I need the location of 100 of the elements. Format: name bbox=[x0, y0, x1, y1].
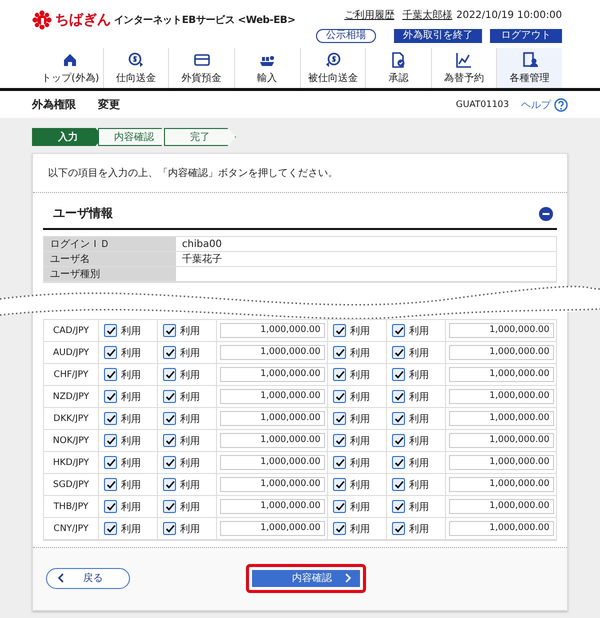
amount-field[interactable]: 1,000,000.00 bbox=[448, 389, 554, 404]
checkbox-label: 利用 bbox=[180, 390, 200, 404]
amount-field[interactable]: 1,000,000.00 bbox=[220, 367, 325, 382]
header-button[interactable]: ログアウト bbox=[490, 29, 562, 43]
checkbox[interactable] bbox=[163, 456, 176, 469]
checkbox[interactable] bbox=[392, 500, 406, 513]
checkbox-label: 利用 bbox=[409, 478, 430, 492]
checkbox[interactable] bbox=[163, 324, 176, 337]
checkbox[interactable] bbox=[392, 412, 406, 425]
checkbox[interactable] bbox=[392, 478, 406, 491]
amount-field[interactable]: 1,000,000.00 bbox=[448, 323, 554, 338]
nav-tab[interactable]: 被仕向送金 bbox=[300, 48, 366, 88]
header-link[interactable]: 千葉太郎様 bbox=[402, 8, 452, 22]
checkbox[interactable] bbox=[333, 390, 346, 403]
checkbox[interactable] bbox=[333, 368, 346, 381]
confirm-button[interactable]: 内容確認 bbox=[251, 568, 361, 588]
checkbox[interactable] bbox=[163, 478, 176, 491]
header-button[interactable]: 外為取引を終了 bbox=[394, 29, 482, 43]
amount-field[interactable]: 1,000,000.00 bbox=[448, 345, 554, 360]
amount-field[interactable]: 1,000,000.00 bbox=[448, 367, 554, 382]
amount-field[interactable]: 1,000,000.00 bbox=[220, 477, 325, 492]
user-card-icon bbox=[522, 52, 538, 68]
back-button[interactable]: 戻る bbox=[46, 568, 130, 588]
checkbox[interactable] bbox=[392, 324, 406, 337]
checkbox[interactable] bbox=[104, 456, 117, 469]
nav-tab[interactable]: トップ(外為) bbox=[38, 48, 103, 88]
checkbox[interactable] bbox=[163, 522, 176, 535]
amount-field[interactable]: 1,000,000.00 bbox=[220, 345, 325, 360]
section-title: ユーザ情報 bbox=[53, 205, 113, 222]
checkbox-label: 利用 bbox=[350, 500, 370, 514]
checkbox[interactable] bbox=[392, 434, 406, 447]
nav-tab[interactable]: 外貨預金 bbox=[168, 48, 234, 88]
checkbox-label: 利用 bbox=[350, 434, 370, 448]
checkbox[interactable] bbox=[333, 456, 346, 469]
help-icon bbox=[554, 98, 568, 112]
checkbox-label: 利用 bbox=[350, 368, 370, 382]
checkbox[interactable] bbox=[104, 390, 117, 403]
checkbox[interactable] bbox=[333, 434, 346, 447]
amount-field[interactable]: 1,000,000.00 bbox=[448, 499, 554, 514]
checkbox[interactable] bbox=[163, 368, 176, 381]
checkbox[interactable] bbox=[392, 368, 406, 381]
checkbox[interactable] bbox=[163, 412, 176, 425]
currency-pair: HKD/JPY bbox=[44, 452, 99, 473]
checkbox[interactable] bbox=[104, 522, 117, 535]
checkbox[interactable] bbox=[392, 390, 406, 403]
checkbox[interactable] bbox=[104, 324, 117, 337]
checkbox-label: 利用 bbox=[409, 324, 430, 338]
amount-field[interactable]: 1,000,000.00 bbox=[448, 521, 554, 536]
checkbox[interactable] bbox=[333, 324, 346, 337]
checkbox-label: 利用 bbox=[180, 478, 200, 492]
help-link[interactable]: ヘルプ bbox=[521, 98, 551, 112]
progress-step: 完了 bbox=[164, 128, 236, 146]
header-button[interactable]: 公示相場 bbox=[316, 29, 376, 43]
checkbox-label: 利用 bbox=[180, 522, 200, 536]
checkbox[interactable] bbox=[163, 346, 176, 359]
checkbox[interactable] bbox=[392, 522, 406, 535]
nav-tab[interactable]: 各種管理 bbox=[496, 48, 562, 88]
checkbox[interactable] bbox=[104, 434, 117, 447]
amount-field[interactable]: 1,000,000.00 bbox=[220, 411, 325, 426]
nav-tab[interactable]: 承認 bbox=[365, 48, 431, 88]
currency-pair: THB/JPY bbox=[44, 496, 99, 517]
checkbox-label: 利用 bbox=[121, 456, 141, 470]
amount-field[interactable]: 1,000,000.00 bbox=[448, 433, 554, 448]
checkbox[interactable] bbox=[104, 412, 117, 425]
checkbox[interactable] bbox=[163, 500, 176, 513]
checkbox[interactable] bbox=[104, 368, 117, 381]
nav-tab[interactable]: 仕向送金 bbox=[102, 48, 168, 88]
checkbox-label: 利用 bbox=[350, 478, 370, 492]
checkbox[interactable] bbox=[104, 346, 117, 359]
amount-field[interactable]: 1,000,000.00 bbox=[220, 521, 325, 536]
amount-field[interactable]: 1,000,000.00 bbox=[220, 389, 325, 404]
checkbox-label: 利用 bbox=[409, 434, 430, 448]
checkbox[interactable] bbox=[333, 500, 346, 513]
amount-field[interactable]: 1,000,000.00 bbox=[220, 455, 325, 470]
checkbox[interactable] bbox=[333, 412, 346, 425]
chevron-left-icon bbox=[57, 573, 65, 583]
amount-field[interactable]: 1,000,000.00 bbox=[448, 411, 554, 426]
nav-tab[interactable]: 輸入 bbox=[234, 48, 300, 88]
checkbox[interactable] bbox=[392, 346, 406, 359]
checkbox[interactable] bbox=[104, 478, 117, 491]
checkbox-label: 利用 bbox=[350, 346, 370, 360]
checkbox[interactable] bbox=[333, 522, 346, 535]
checkbox[interactable] bbox=[333, 346, 346, 359]
checkbox[interactable] bbox=[104, 500, 117, 513]
chart-icon bbox=[456, 52, 472, 68]
collapse-icon[interactable] bbox=[539, 206, 553, 220]
amount-field[interactable]: 1,000,000.00 bbox=[220, 323, 325, 338]
amount-field[interactable]: 1,000,000.00 bbox=[448, 455, 554, 470]
amount-field[interactable]: 1,000,000.00 bbox=[448, 477, 554, 492]
checkbox[interactable] bbox=[333, 478, 346, 491]
checkbox-label: 利用 bbox=[121, 500, 141, 514]
amount-field[interactable]: 1,000,000.00 bbox=[220, 433, 325, 448]
checkbox[interactable] bbox=[163, 434, 176, 447]
checkbox[interactable] bbox=[392, 456, 406, 469]
page-subtitle: 変更 bbox=[98, 97, 120, 112]
checkbox[interactable] bbox=[163, 390, 176, 403]
checkbox-label: 利用 bbox=[180, 368, 200, 382]
header-link[interactable]: ご利用履歴 bbox=[344, 8, 394, 22]
checkbox-label: 利用 bbox=[180, 412, 200, 426]
amount-field[interactable]: 1,000,000.00 bbox=[220, 499, 325, 514]
